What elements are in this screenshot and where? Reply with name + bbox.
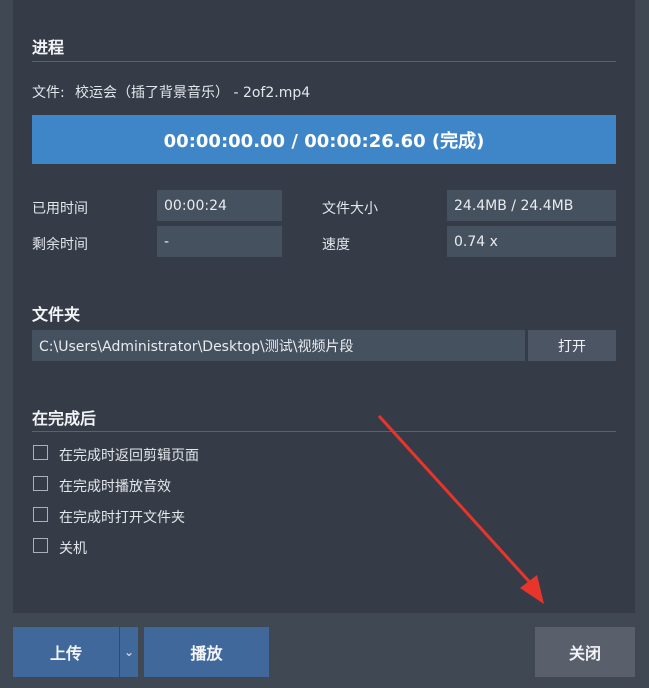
progress-dialog-panel: 进程 文件: 校运会（插了背景音乐） - 2of2.mp4 00:00:00.0… (13, 0, 635, 613)
play-button[interactable]: 播放 (144, 627, 269, 677)
close-button[interactable]: 关闭 (535, 627, 635, 677)
annotation-arrow (377, 414, 544, 604)
upload-button[interactable]: 上传 (13, 627, 119, 677)
upload-dropdown-button[interactable]: ⌄ (120, 627, 138, 677)
chevron-down-icon: ⌄ (123, 645, 135, 659)
